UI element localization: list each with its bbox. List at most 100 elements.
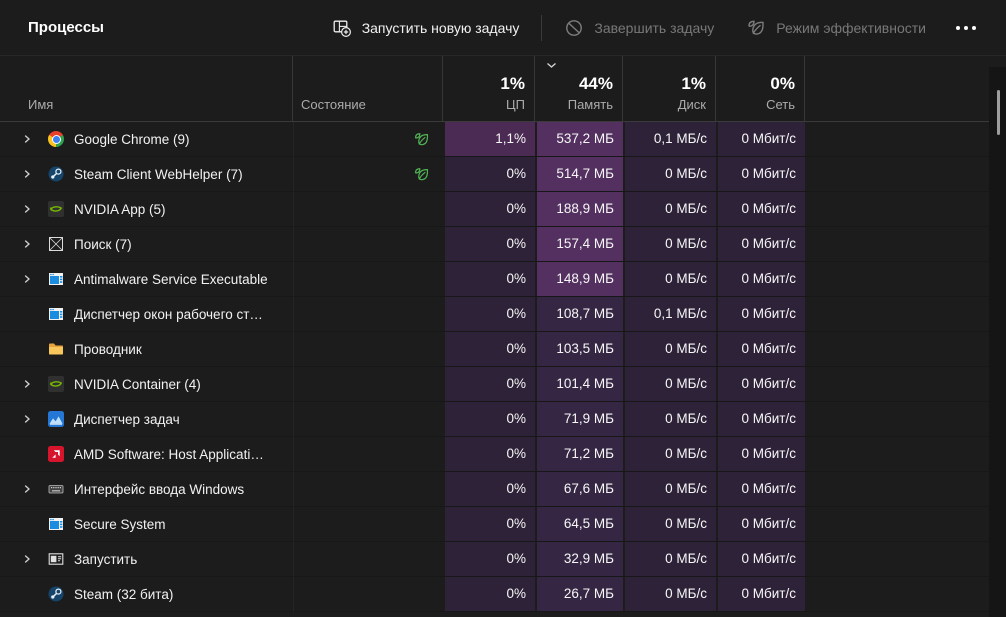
disk-value: 0 МБ/с [623, 437, 716, 471]
process-name-cell: Antimalware Service Executable [0, 262, 293, 296]
broken-window-icon [48, 236, 64, 252]
memory-value: 103,5 МБ [535, 332, 623, 366]
row-filler [805, 297, 1006, 331]
process-row[interactable]: Secure System 0% 64,5 МБ 0 МБ/с 0 Мбит/с [0, 507, 1006, 542]
process-row[interactable]: Поиск (7) 0% 157,4 МБ 0 МБ/с 0 Мбит/с [0, 227, 1006, 262]
process-list: Google Chrome (9) 1,1% 537,2 МБ 0,1 МБ/с… [0, 122, 1006, 612]
system-window-icon [48, 516, 64, 532]
expand-chevron-icon[interactable] [20, 134, 34, 144]
nvidia-icon [48, 201, 64, 217]
process-row[interactable]: Steam Client WebHelper (7) 0% 514,7 МБ 0… [0, 157, 1006, 192]
network-value: 0 Мбит/с [716, 437, 805, 471]
column-header-filler [805, 56, 1006, 121]
ellipsis-dot [956, 26, 960, 30]
process-row[interactable]: Интерфейс ввода Windows 0% 67,6 МБ 0 МБ/… [0, 472, 1006, 507]
run-new-task-button[interactable]: Запустить новую задачу [316, 10, 536, 46]
memory-value: 157,4 МБ [535, 227, 623, 261]
leaf-icon [746, 18, 766, 38]
memory-value: 32,9 МБ [535, 542, 623, 576]
run-new-task-label: Запустить новую задачу [362, 20, 520, 36]
disk-value: 0 МБ/с [623, 332, 716, 366]
row-filler [805, 157, 1006, 191]
process-row[interactable]: Steam (32 бита) 0% 26,7 МБ 0 МБ/с 0 Мбит… [0, 577, 1006, 612]
cpu-value: 0% [443, 332, 535, 366]
process-status-cell [293, 402, 443, 436]
column-header-memory[interactable]: 44% Память [535, 56, 623, 121]
column-header-cpu[interactable]: 1% ЦП [443, 56, 535, 121]
process-name-cell: Запустить [0, 542, 293, 576]
network-value: 0 Мбит/с [716, 402, 805, 436]
end-task-button[interactable]: Завершить задачу [548, 10, 730, 46]
process-name-cell: NVIDIA Container (4) [0, 367, 293, 401]
cpu-value: 0% [443, 227, 535, 261]
cpu-value: 0% [443, 542, 535, 576]
process-row[interactable]: AMD Software: Host Applicati… 0% 71,2 МБ… [0, 437, 1006, 472]
process-row[interactable]: Antimalware Service Executable 0% 148,9 … [0, 262, 1006, 297]
cpu-value: 0% [443, 262, 535, 296]
expand-chevron-icon[interactable] [20, 204, 34, 214]
expand-chevron-icon[interactable] [20, 379, 34, 389]
process-name: NVIDIA App (5) [74, 202, 166, 217]
expand-chevron-icon[interactable] [20, 414, 34, 424]
disk-value: 0 МБ/с [623, 507, 716, 541]
process-name: Интерфейс ввода Windows [74, 482, 244, 497]
cpu-value: 0% [443, 402, 535, 436]
network-value: 0 Мбит/с [716, 227, 805, 261]
cpu-value: 0% [443, 507, 535, 541]
process-name-cell: AMD Software: Host Applicati… [0, 437, 293, 471]
process-name: Диспетчер задач [74, 412, 180, 427]
cpu-total-percent: 1% [500, 75, 525, 94]
disk-value: 0 МБ/с [623, 542, 716, 576]
column-header-status[interactable]: Состояние [293, 56, 443, 121]
expand-chevron-icon[interactable] [20, 274, 34, 284]
scrollbar-track[interactable] [989, 67, 1006, 617]
cpu-value: 0% [443, 192, 535, 226]
process-row[interactable]: Диспетчер окон рабочего ст… 0% 108,7 МБ … [0, 297, 1006, 332]
more-options-button[interactable] [942, 10, 990, 46]
process-name: Запустить [74, 552, 137, 567]
disk-value: 0,1 МБ/с [623, 297, 716, 331]
row-filler [805, 192, 1006, 226]
row-filler [805, 122, 1006, 156]
network-value: 0 Мбит/с [716, 472, 805, 506]
end-task-label: Завершить задачу [594, 20, 714, 36]
efficiency-mode-button[interactable]: Режим эффективности [730, 10, 942, 46]
process-row[interactable]: Запустить 0% 32,9 МБ 0 МБ/с 0 Мбит/с [0, 542, 1006, 577]
process-row[interactable]: Проводник 0% 103,5 МБ 0 МБ/с 0 Мбит/с [0, 332, 1006, 367]
prohibited-circle-icon [564, 18, 584, 38]
process-row[interactable]: NVIDIA Container (4) 0% 101,4 МБ 0 МБ/с … [0, 367, 1006, 402]
process-name: Проводник [74, 342, 142, 357]
column-header-name[interactable]: Имя [0, 56, 293, 121]
network-value: 0 Мбит/с [716, 507, 805, 541]
process-name: Поиск (7) [74, 237, 132, 252]
expand-chevron-icon[interactable] [20, 169, 34, 179]
process-name-cell: Secure System [0, 507, 293, 541]
column-network-label: Сеть [766, 97, 795, 121]
network-value: 0 Мбит/с [716, 192, 805, 226]
column-header-disk[interactable]: 1% Диск [623, 56, 716, 121]
memory-value: 108,7 МБ [535, 297, 623, 331]
process-status-cell [293, 192, 443, 226]
process-row[interactable]: Google Chrome (9) 1,1% 537,2 МБ 0,1 МБ/с… [0, 122, 1006, 157]
expand-chevron-icon[interactable] [20, 239, 34, 249]
expand-chevron-icon[interactable] [20, 554, 34, 564]
column-header-network[interactable]: 0% Сеть [716, 56, 805, 121]
process-row[interactable]: NVIDIA App (5) 0% 188,9 МБ 0 МБ/с 0 Мбит… [0, 192, 1006, 227]
row-filler [805, 402, 1006, 436]
cpu-value: 0% [443, 157, 535, 191]
column-divider [293, 122, 294, 612]
process-name-cell: Steam (32 бита) [0, 577, 293, 611]
cpu-value: 0% [443, 437, 535, 471]
row-filler [805, 507, 1006, 541]
efficiency-leaf-icon [413, 131, 430, 148]
expand-chevron-icon[interactable] [20, 484, 34, 494]
system-window-icon [48, 306, 64, 322]
process-name: Antimalware Service Executable [74, 272, 268, 287]
process-row[interactable]: Диспетчер задач 0% 71,9 МБ 0 МБ/с 0 Мбит… [0, 402, 1006, 437]
scrollbar-thumb[interactable] [997, 90, 1000, 135]
memory-value: 64,5 МБ [535, 507, 623, 541]
steam-icon [48, 166, 64, 182]
process-status-cell [293, 507, 443, 541]
process-name-cell: Steam Client WebHelper (7) [0, 157, 293, 191]
process-name-cell: Диспетчер задач [0, 402, 293, 436]
